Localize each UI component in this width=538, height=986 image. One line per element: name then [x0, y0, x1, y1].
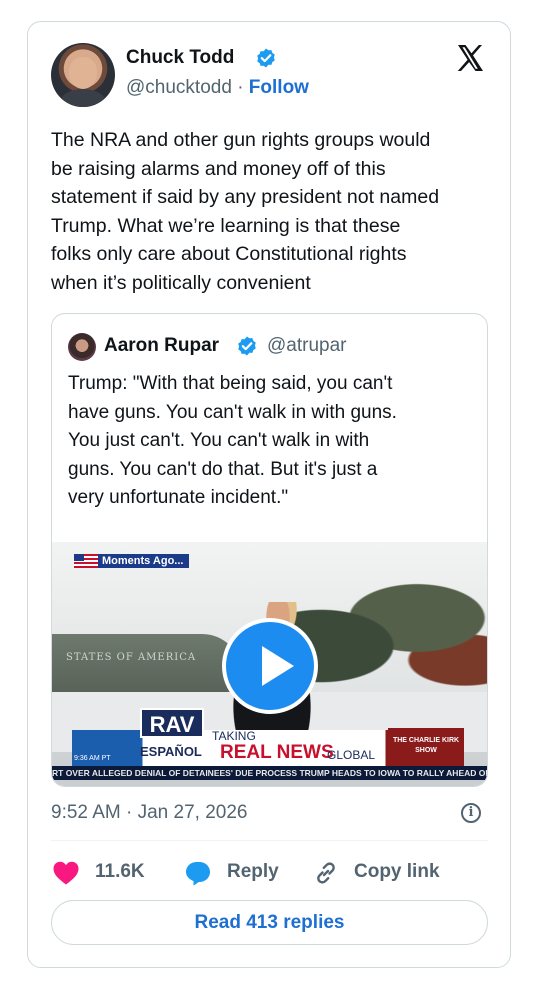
tweet-text-line: folks only care about Constitutional rig… — [51, 243, 407, 265]
like-count[interactable]: 11.6K — [95, 861, 145, 883]
reply-bubble-icon[interactable] — [184, 859, 212, 887]
flag-icon — [74, 554, 98, 568]
quoted-author-name[interactable]: Aaron Rupar — [104, 335, 219, 357]
quoted-text-line: Trump: "With that being said, you can't — [68, 373, 393, 394]
charlie-kirk-show-logo: THE CHARLIE KIRK SHOW — [388, 728, 464, 764]
x-logo-icon[interactable] — [454, 42, 486, 74]
tweet-timestamp[interactable]: 9:52 AM · Jan 27, 2026 — [51, 802, 247, 824]
quoted-text-line: guns. You can't do that. But it's just a — [68, 458, 378, 480]
tweet-embed-page: Chuck Todd @chucktodd · Follow The NRA a… — [0, 0, 538, 986]
tweet-text-line: be raising alarms and money off of this — [51, 157, 386, 180]
tweet-text-line: statement if said by any president not n… — [51, 186, 440, 208]
broadcast-clock: 9:36 AM PT — [74, 755, 111, 762]
play-icon — [262, 646, 294, 686]
handle-line: @chucktodd · Follow — [126, 77, 309, 99]
global-label: GLOBAL — [327, 748, 376, 762]
author-handle[interactable]: @chucktodd — [126, 77, 232, 98]
link-icon[interactable] — [312, 859, 340, 887]
quoted-text-line: You just can't. You can't walk in with — [68, 430, 370, 451]
quoted-text-line: have guns. You can't walk in with guns. — [68, 401, 397, 423]
quoted-tweet-text: Trump: "With that being said, you can't … — [68, 370, 478, 513]
taking-label: TAKING — [212, 729, 256, 743]
verified-badge-icon — [257, 48, 275, 68]
author-avatar[interactable] — [51, 43, 115, 107]
rav-logo: RAV — [140, 708, 204, 738]
tweet-text-line: The NRA and other gun rights groups woul… — [51, 129, 431, 151]
separator-dot: · — [237, 77, 244, 98]
quoted-author-handle[interactable]: @atrupar — [267, 335, 347, 357]
heart-icon[interactable] — [52, 860, 80, 886]
quoted-tweet[interactable]: Aaron Rupar @atrupar Trump: "With that b… — [51, 313, 488, 787]
tweet-text: The NRA and other gun rights groups woul… — [51, 126, 496, 297]
copy-link-button[interactable]: Copy link — [354, 861, 440, 883]
verified-badge-icon — [238, 336, 256, 356]
reply-button[interactable]: Reply — [227, 861, 279, 883]
author-name[interactable]: Chuck Todd — [126, 47, 234, 69]
play-button[interactable] — [222, 618, 318, 714]
quoted-text-line: very unfortunate incident." — [68, 487, 289, 508]
tweet-text-line: Trump. What we’re learning is that these — [51, 214, 401, 237]
tweet-text-line: when it’s politically convenient — [51, 271, 311, 294]
video-player[interactable]: STATES OF AMERICA Moments Ago... RAV ESP… — [52, 542, 488, 786]
espanol-label: ESPAÑOL — [140, 744, 202, 759]
aircraft-lettering: STATES OF AMERICA — [66, 652, 197, 663]
follow-button[interactable]: Follow — [249, 77, 309, 98]
read-replies-button[interactable]: Read 413 replies — [51, 900, 488, 945]
tweet-card: Chuck Todd @chucktodd · Follow The NRA a… — [27, 21, 511, 968]
quoted-author-avatar[interactable] — [68, 333, 96, 361]
real-news-label: REAL NEWS — [220, 742, 334, 763]
info-icon[interactable]: i — [461, 803, 481, 823]
divider — [51, 840, 488, 841]
news-ticker: RT OVER ALLEGED DENIAL OF DETAINEES' DUE… — [52, 766, 488, 780]
